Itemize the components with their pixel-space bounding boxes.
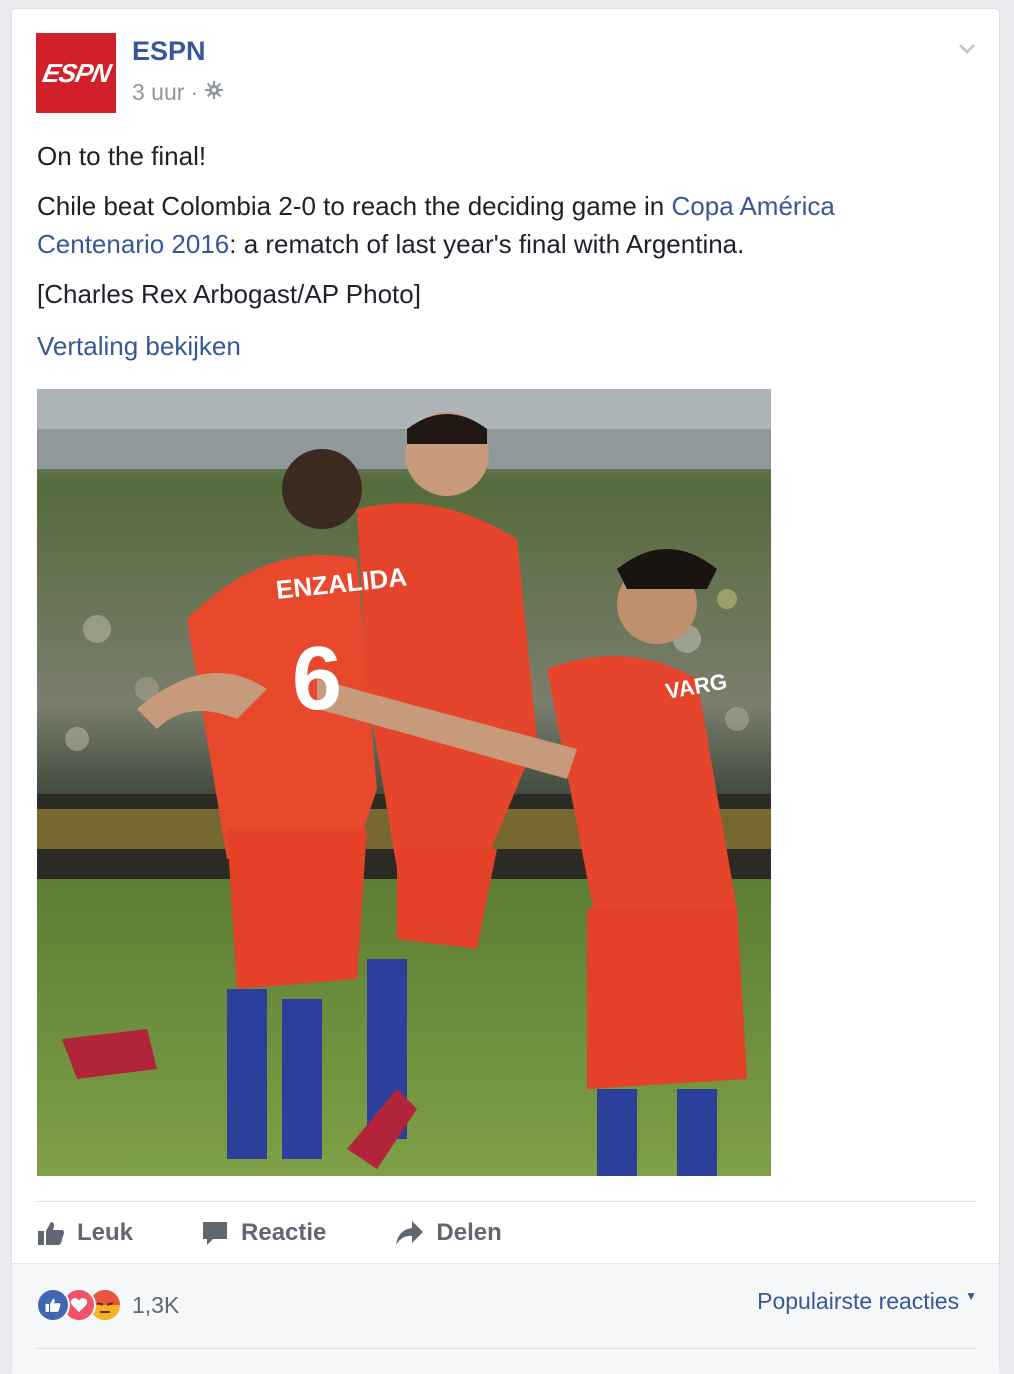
meta-separator: · <box>190 79 199 105</box>
chevron-down-icon[interactable] <box>957 39 977 59</box>
comment-button[interactable]: Reactie <box>201 1219 326 1247</box>
like-button[interactable]: Leuk <box>37 1219 133 1247</box>
footer-divider <box>36 1348 976 1349</box>
like-label: Leuk <box>77 1219 134 1246</box>
post-headline: On to the final! <box>37 141 207 171</box>
share-label: Delen <box>436 1219 502 1246</box>
jersey-number-left: 6 <box>292 629 342 729</box>
post-photo-illustration: ENZALIDA 6 VARG <box>37 389 771 1176</box>
see-translation-link[interactable]: Vertaling bekijken <box>37 331 241 362</box>
page-name-link[interactable]: ESPN <box>132 36 206 67</box>
comment-icon <box>203 1222 228 1245</box>
post-message: On to the final! Chile beat Colombia 2-0… <box>37 137 957 325</box>
actions-divider <box>37 1201 977 1202</box>
comment-label: Reactie <box>241 1219 327 1246</box>
post-photo[interactable]: ENZALIDA 6 VARG <box>37 389 771 1176</box>
thumbs-up-icon <box>38 1222 64 1245</box>
sort-label: Populairste reacties <box>757 1288 960 1314</box>
post-body-suffix: : a rematch of last year's final with Ar… <box>229 229 745 259</box>
post-timestamp[interactable]: 3 uur <box>132 79 184 106</box>
photo-credit: [Charles Rex Arbogast/AP Photo] <box>37 279 421 309</box>
page-avatar[interactable]: ESPN <box>36 33 116 113</box>
post-meta: 3 uur · <box>132 79 224 106</box>
share-icon <box>396 1221 424 1245</box>
reactions-footer: 1,3K Populairste reacties ▼ <box>12 1263 999 1374</box>
post-card: ESPN ESPN 3 uur · On to the final! Chile… <box>11 8 1000 1374</box>
reaction-count[interactable]: 1,3K <box>132 1292 179 1319</box>
gear-icon[interactable] <box>204 80 224 106</box>
post-body: Chile beat Colombia 2-0 to reach the dec… <box>37 187 957 263</box>
post-actions: Leuk Reactie Delen <box>37 1213 570 1253</box>
espn-logo: ESPN <box>39 57 113 88</box>
caret-down-icon: ▼ <box>965 1288 977 1303</box>
post-body-prefix: Chile beat Colombia 2-0 to reach the dec… <box>37 191 672 221</box>
share-button[interactable]: Delen <box>394 1219 502 1247</box>
reactions-summary[interactable]: 1,3K <box>36 1288 179 1322</box>
like-reaction-icon <box>36 1288 70 1322</box>
comment-sort-dropdown[interactable]: Populairste reacties ▼ <box>757 1288 977 1315</box>
